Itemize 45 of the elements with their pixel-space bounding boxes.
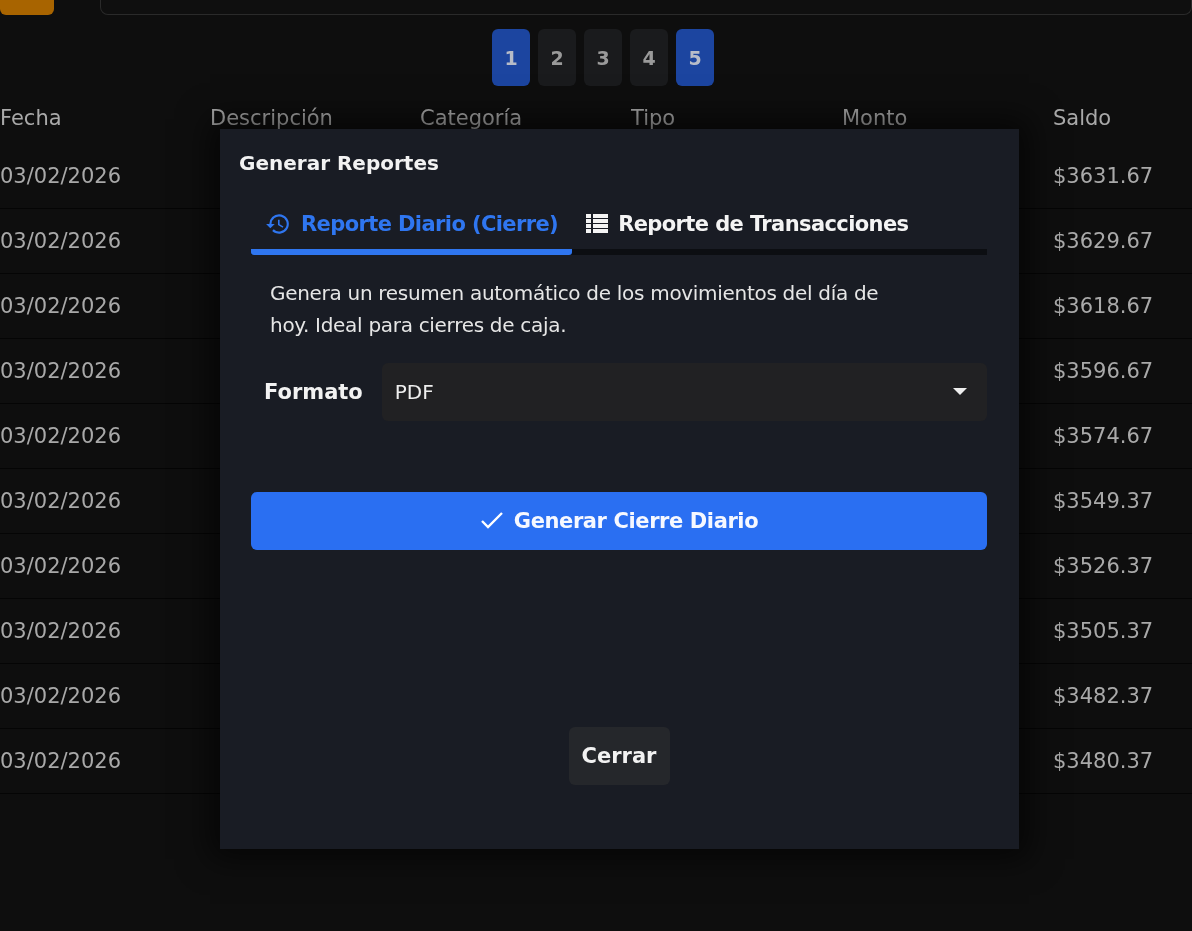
table-cell: 03/02/2026	[0, 468, 210, 534]
table-cell: 03/02/2026	[0, 598, 210, 664]
table-cell: $3482.37	[1053, 663, 1192, 729]
dialog-title: Generar Reportes	[239, 151, 440, 175]
table-cell: $3526.37	[1053, 533, 1192, 599]
format-label: Formato	[264, 380, 363, 404]
table-cell: 03/02/2026	[0, 533, 210, 599]
tab[interactable]: Reporte de Transacciones	[572, 211, 923, 255]
table-cell: 03/02/2026	[0, 728, 210, 794]
table-cell: 03/02/2026	[0, 663, 210, 729]
check-icon	[479, 511, 504, 531]
generate-button[interactable]: Generar Cierre Diario	[251, 492, 987, 550]
column-header: Descripción	[210, 106, 334, 132]
table-cell: $3631.67	[1053, 144, 1192, 209]
page-button[interactable]: 5	[676, 29, 714, 86]
format-select[interactable]: PDF	[381, 363, 987, 421]
column-header: Monto	[842, 106, 909, 132]
list-icon	[586, 214, 609, 234]
table-cell: $3574.67	[1053, 403, 1192, 469]
caret-icon	[953, 388, 967, 396]
column-header: Categoría	[420, 106, 631, 144]
column-header: Fecha	[0, 106, 63, 132]
table-cell: $3618.67	[1053, 273, 1192, 339]
description-text: Genera un resumen automático de los movimientos del día de hoy. Ideal para cierres de caja.	[270, 280, 880, 339]
table-cell: $3629.67	[1053, 208, 1192, 274]
page-button[interactable]: 2	[538, 29, 576, 86]
page-button[interactable]: 1	[492, 29, 530, 86]
close-button[interactable]: Cerrar	[568, 727, 670, 785]
history-icon	[265, 211, 291, 237]
table-cell: 03/02/2026	[0, 338, 210, 404]
table-cell: $3596.67	[1053, 338, 1192, 404]
table-cell: 03/02/2026	[0, 144, 210, 209]
table-cell: 03/02/2026	[0, 208, 210, 274]
table-cell: $3505.37	[1053, 598, 1192, 664]
input-field[interactable]	[100, 0, 1192, 15]
page-button[interactable]: 4	[630, 29, 668, 86]
tab[interactable]: Reporte Diario (Cierre)	[251, 211, 573, 255]
column-header: Saldo	[1053, 106, 1113, 132]
table-cell: 03/02/2026	[0, 403, 210, 469]
action-button[interactable]	[0, 0, 54, 15]
table-cell: 03/02/2026	[0, 273, 210, 339]
table-cell: $3549.37	[1053, 468, 1192, 534]
column-header: Tipo	[631, 106, 677, 132]
page-button[interactable]: 3	[584, 29, 622, 86]
table-cell: $3480.37	[1053, 728, 1192, 794]
